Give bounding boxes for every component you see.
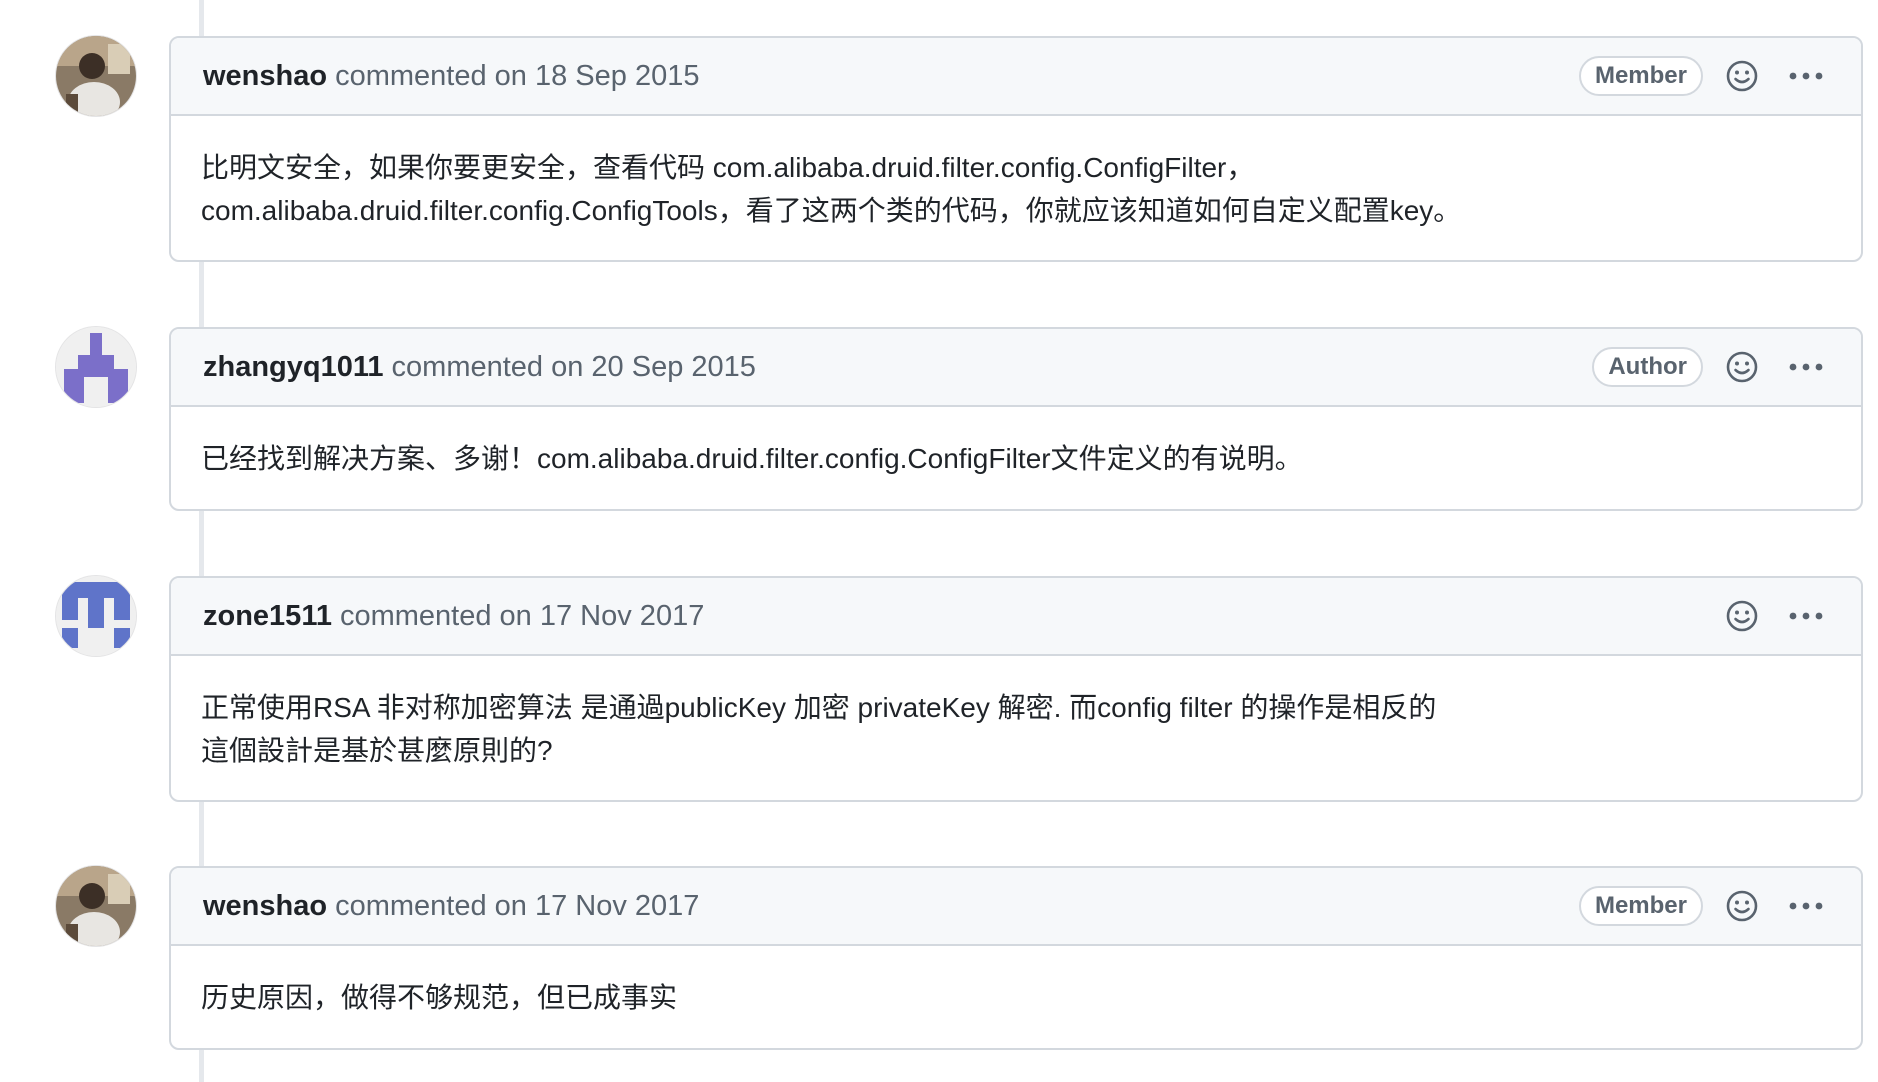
comment-text-line: 正常使用RSA 非对称加密算法 是通過publicKey 加密 privateK… <box>201 692 1437 723</box>
comment-options-button[interactable] <box>1781 342 1831 392</box>
comment-options-button[interactable] <box>1781 591 1831 641</box>
comment-text-line: 已经找到解决方案、多谢！com.alibaba.druid.filter.con… <box>201 443 1303 474</box>
comment-header: zone1511 commented on 17 Nov 2017 <box>171 578 1861 656</box>
comment-box: wenshao commented on 17 Nov 2017 Member <box>169 866 1863 1050</box>
role-badge: Member <box>1578 886 1703 926</box>
kebab-horizontal-icon <box>1789 902 1823 910</box>
add-reaction-button[interactable] <box>1717 881 1767 931</box>
comment-box: zhangyq1011 commented on 20 Sep 2015 Aut… <box>169 327 1863 511</box>
comment-body: 正常使用RSA 非对称加密算法 是通過publicKey 加密 privateK… <box>171 656 1861 800</box>
kebab-horizontal-icon <box>1789 363 1823 371</box>
comment-author[interactable]: wenshao <box>203 890 327 923</box>
kebab-horizontal-icon <box>1789 72 1823 80</box>
comment-box: zone1511 commented on 17 Nov 2017 正常使用RS… <box>169 576 1863 802</box>
smiley-icon <box>1726 600 1758 632</box>
comment-timestamp[interactable]: commented on 17 Nov 2017 <box>335 890 699 923</box>
comment-text-line: com.alibaba.druid.filter.config.ConfigTo… <box>201 195 1462 226</box>
photo-avatar-icon <box>56 36 136 116</box>
identicon-avatar-icon <box>56 327 136 407</box>
comment-header: wenshao commented on 18 Sep 2015 Member <box>171 38 1861 116</box>
comment-timestamp[interactable]: commented on 20 Sep 2015 <box>392 351 756 384</box>
role-badge: Author <box>1592 347 1703 387</box>
add-reaction-button[interactable] <box>1717 51 1767 101</box>
comment-body: 已经找到解决方案、多谢！com.alibaba.druid.filter.con… <box>171 407 1861 509</box>
comment-options-button[interactable] <box>1781 881 1831 931</box>
comment-author[interactable]: wenshao <box>203 60 327 93</box>
comment-header: zhangyq1011 commented on 20 Sep 2015 Aut… <box>171 329 1861 407</box>
smiley-icon <box>1726 351 1758 383</box>
comment-text-line: 這個設計是基於甚麼原則的? <box>201 735 553 766</box>
smiley-icon <box>1726 60 1758 92</box>
comment-timestamp[interactable]: commented on 18 Sep 2015 <box>335 60 699 93</box>
add-reaction-button[interactable] <box>1717 591 1767 641</box>
smiley-icon <box>1726 890 1758 922</box>
role-badge: Member <box>1578 56 1703 96</box>
avatar[interactable] <box>56 866 136 946</box>
photo-avatar-icon <box>56 866 136 946</box>
avatar[interactable] <box>56 576 136 656</box>
identicon-avatar-icon <box>56 576 136 656</box>
avatar[interactable] <box>56 36 136 116</box>
kebab-horizontal-icon <box>1789 612 1823 620</box>
comment-author[interactable]: zhangyq1011 <box>203 351 384 384</box>
comment-options-button[interactable] <box>1781 51 1831 101</box>
comment-author[interactable]: zone1511 <box>203 600 332 633</box>
add-reaction-button[interactable] <box>1717 342 1767 392</box>
avatar[interactable] <box>56 327 136 407</box>
comment-text-line: 比明文安全，如果你要更安全，查看代码 com.alibaba.druid.fil… <box>201 152 1255 183</box>
comment-box: wenshao commented on 18 Sep 2015 Member <box>169 36 1863 262</box>
comment-body: 历史原因，做得不够规范，但已成事实 <box>171 946 1861 1048</box>
comment-header: wenshao commented on 17 Nov 2017 Member <box>171 868 1861 946</box>
comment-text-line: 历史原因，做得不够规范，但已成事实 <box>201 982 678 1013</box>
comment-timestamp[interactable]: commented on 17 Nov 2017 <box>340 600 704 633</box>
comment-body: 比明文安全，如果你要更安全，查看代码 com.alibaba.druid.fil… <box>171 116 1861 260</box>
